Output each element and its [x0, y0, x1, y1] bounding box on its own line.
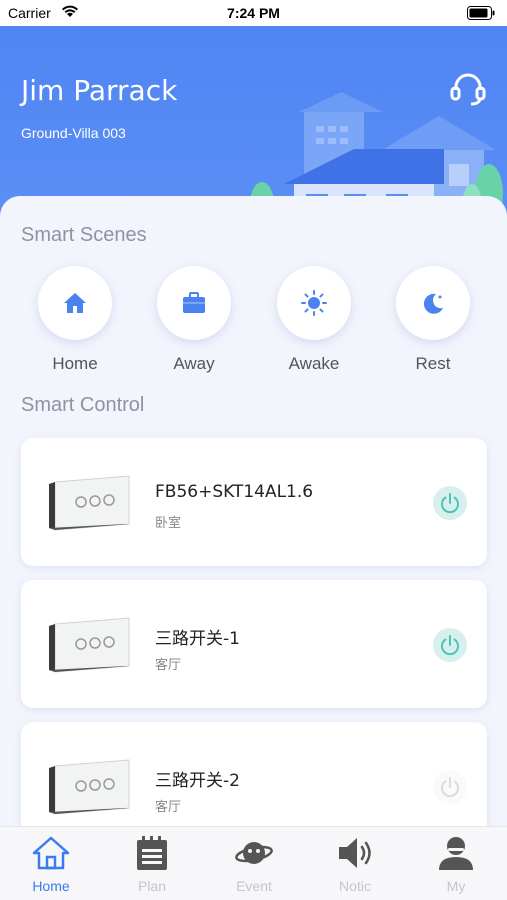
tab-notic[interactable]: Notic [315, 835, 395, 894]
scene-label: Away [173, 354, 215, 373]
device-card[interactable]: 三路开关-1 客厅 [21, 580, 487, 708]
scene-awake-button[interactable] [277, 266, 351, 340]
user-name: Jim Parrack [21, 74, 178, 107]
tab-home[interactable]: Home [11, 835, 91, 894]
planet-icon [235, 842, 273, 864]
tab-bar: Home Plan Event Notic My [0, 826, 507, 900]
sun-icon [301, 290, 327, 316]
tab-label: Event [236, 878, 272, 894]
tab-plan[interactable]: Plan [112, 835, 192, 894]
scene-home[interactable]: Home [37, 266, 113, 374]
wall-switch-image [49, 475, 130, 531]
device-room: 客厅 [155, 800, 182, 815]
wall-switch-image [49, 617, 130, 673]
smart-control-title: Smart Control [21, 394, 145, 416]
scene-label: Awake [288, 354, 340, 373]
headset-icon[interactable] [449, 70, 487, 108]
main-panel: Smart Scenes Home Away Awake Rest Smart … [0, 196, 507, 850]
power-icon [441, 777, 459, 798]
tab-label: Home [32, 878, 70, 894]
power-icon [441, 635, 459, 656]
calendar-icon [137, 836, 167, 870]
device-room: 卧室 [155, 516, 182, 531]
location-label[interactable]: Ground-Villa 003 [21, 125, 126, 141]
scene-awake[interactable]: Awake [276, 266, 352, 374]
power-toggle[interactable] [433, 486, 467, 520]
scene-rest[interactable]: Rest [395, 266, 471, 374]
tab-event[interactable]: Event [214, 835, 294, 894]
device-name: FB56+SKT14AL1.6 [155, 482, 314, 502]
tab-label: Plan [137, 878, 167, 894]
device-name: 三路开关-1 [155, 629, 240, 649]
tab-label: Notic [339, 878, 371, 894]
power-icon [441, 493, 459, 514]
scene-away-button[interactable] [157, 266, 231, 340]
tab-label: My [446, 878, 466, 894]
device-card[interactable]: FB56+SKT14AL1.6 卧室 [21, 438, 487, 566]
scene-away[interactable]: Away [156, 266, 232, 374]
power-toggle[interactable] [433, 628, 467, 662]
scene-label: Home [52, 354, 98, 373]
moon-icon [423, 293, 443, 314]
scene-label: Rest [415, 354, 451, 373]
status-bar: Carrier 7:24 PM [0, 0, 507, 26]
battery-icon [467, 6, 495, 20]
wall-switch-image [49, 759, 130, 815]
device-name: 三路开关-2 [155, 771, 240, 791]
tab-my[interactable]: My [416, 835, 496, 894]
status-time: 7:24 PM [227, 5, 280, 21]
home-icon [32, 836, 70, 870]
scene-home-button[interactable] [38, 266, 112, 340]
speaker-icon [339, 838, 371, 868]
power-toggle[interactable] [433, 770, 467, 804]
home-icon [64, 293, 86, 313]
smart-scenes-title: Smart Scenes [21, 224, 147, 246]
device-room: 客厅 [155, 658, 182, 673]
scene-rest-button[interactable] [396, 266, 470, 340]
user-icon [439, 837, 473, 870]
bag-icon [183, 292, 205, 313]
